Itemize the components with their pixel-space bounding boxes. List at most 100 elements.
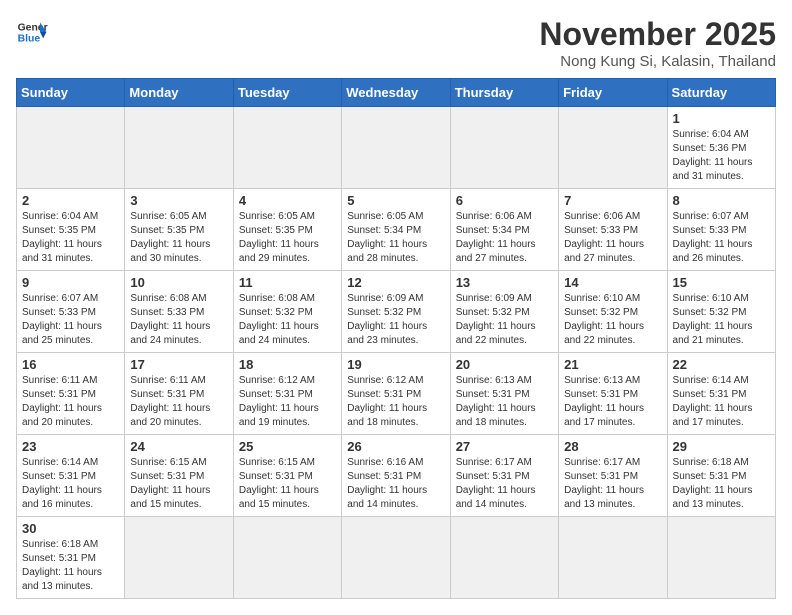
header-sunday: Sunday — [17, 79, 125, 107]
calendar-cell — [342, 107, 450, 189]
calendar-cell: 30Sunrise: 6:18 AM Sunset: 5:31 PM Dayli… — [17, 517, 125, 599]
day-number: 13 — [456, 275, 553, 290]
calendar-cell — [559, 107, 667, 189]
calendar-row: 1 Sunrise: 6:04 AM Sunset: 5:36 PM Daylig… — [17, 107, 776, 189]
day-number: 2 — [22, 193, 119, 208]
calendar-cell: 21Sunrise: 6:13 AM Sunset: 5:31 PM Dayli… — [559, 353, 667, 435]
header-tuesday: Tuesday — [233, 79, 341, 107]
day-info: Sunrise: 6:15 AM Sunset: 5:31 PM Dayligh… — [130, 456, 227, 512]
calendar-cell: 17 Sunrise: 6:11 AM Sunset: 5:31 PM Dayli… — [125, 353, 233, 435]
day-number: 23 — [22, 439, 119, 454]
calendar-cell: 8 Sunrise: 6:07 AM Sunset: 5:33 PM Daylig… — [667, 189, 775, 271]
calendar-cell: 2 Sunrise: 6:04 AM Sunset: 5:35 PM Daylig… — [17, 189, 125, 271]
svg-text:Blue: Blue — [18, 34, 41, 45]
day-info: Sunrise: 6:12 AM Sunset: 5:31 PM Dayligh… — [239, 374, 336, 430]
calendar-cell: 26Sunrise: 6:16 AM Sunset: 5:31 PM Dayli… — [342, 435, 450, 517]
calendar-cell — [667, 517, 775, 599]
day-number: 18 — [239, 357, 336, 372]
day-number: 14 — [564, 275, 661, 290]
day-info: Sunrise: 6:06 AM Sunset: 5:33 PM Dayligh… — [564, 210, 661, 266]
calendar-cell: 16 Sunrise: 6:11 AM Sunset: 5:31 PM Dayli… — [17, 353, 125, 435]
day-number: 27 — [456, 439, 553, 454]
day-number: 3 — [130, 193, 227, 208]
day-info: Sunrise: 6:07 AM Sunset: 5:33 PM Dayligh… — [673, 210, 770, 266]
calendar-row: 30Sunrise: 6:18 AM Sunset: 5:31 PM Dayli… — [17, 517, 776, 599]
day-number: 19 — [347, 357, 444, 372]
day-info: Sunrise: 6:04 AM Sunset: 5:36 PM Dayligh… — [673, 128, 770, 184]
day-info: Sunrise: 6:07 AM Sunset: 5:33 PM Dayligh… — [22, 292, 119, 348]
calendar-row: 16 Sunrise: 6:11 AM Sunset: 5:31 PM Dayli… — [17, 353, 776, 435]
calendar-cell: 11 Sunrise: 6:08 AM Sunset: 5:32 PM Dayli… — [233, 271, 341, 353]
title-block: November 2025 Nong Kung Si, Kalasin, Tha… — [539, 16, 776, 70]
calendar-table: SundayMondayTuesdayWednesdayThursdayFrid… — [16, 78, 776, 599]
day-info: Sunrise: 6:05 AM Sunset: 5:34 PM Dayligh… — [347, 210, 444, 266]
day-info: Sunrise: 6:04 AM Sunset: 5:35 PM Dayligh… — [22, 210, 119, 266]
calendar-cell — [125, 517, 233, 599]
calendar-cell — [17, 107, 125, 189]
day-info: Sunrise: 6:14 AM Sunset: 5:31 PM Dayligh… — [22, 456, 119, 512]
day-number: 6 — [456, 193, 553, 208]
day-number: 10 — [130, 275, 227, 290]
calendar-cell: 6Sunrise: 6:06 AM Sunset: 5:34 PM Daylig… — [450, 189, 558, 271]
day-info: Sunrise: 6:05 AM Sunset: 5:35 PM Dayligh… — [239, 210, 336, 266]
day-number: 24 — [130, 439, 227, 454]
calendar-cell: 29Sunrise: 6:18 AM Sunset: 5:31 PM Dayli… — [667, 435, 775, 517]
header-friday: Friday — [559, 79, 667, 107]
day-number: 1 — [673, 111, 770, 126]
calendar-cell: 25Sunrise: 6:15 AM Sunset: 5:31 PM Dayli… — [233, 435, 341, 517]
calendar-cell — [450, 107, 558, 189]
calendar-cell: 13 Sunrise: 6:09 AM Sunset: 5:32 PM Dayli… — [450, 271, 558, 353]
day-info: Sunrise: 6:09 AM Sunset: 5:32 PM Dayligh… — [456, 292, 553, 348]
calendar-cell: 15Sunrise: 6:10 AM Sunset: 5:32 PM Dayli… — [667, 271, 775, 353]
day-info: Sunrise: 6:09 AM Sunset: 5:32 PM Dayligh… — [347, 292, 444, 348]
calendar-cell: 1 Sunrise: 6:04 AM Sunset: 5:36 PM Daylig… — [667, 107, 775, 189]
calendar-row: 23 Sunrise: 6:14 AM Sunset: 5:31 PM Dayli… — [17, 435, 776, 517]
day-number: 5 — [347, 193, 444, 208]
calendar-cell — [450, 517, 558, 599]
calendar-cell: 18 Sunrise: 6:12 AM Sunset: 5:31 PM Dayli… — [233, 353, 341, 435]
calendar-cell — [233, 107, 341, 189]
day-number: 17 — [130, 357, 227, 372]
calendar-row: 2 Sunrise: 6:04 AM Sunset: 5:35 PM Daylig… — [17, 189, 776, 271]
day-info: Sunrise: 6:17 AM Sunset: 5:31 PM Dayligh… — [456, 456, 553, 512]
calendar-cell: 9 Sunrise: 6:07 AM Sunset: 5:33 PM Daylig… — [17, 271, 125, 353]
month-title: November 2025 — [539, 16, 776, 53]
calendar-cell: 5 Sunrise: 6:05 AM Sunset: 5:34 PM Daylig… — [342, 189, 450, 271]
day-number: 29 — [673, 439, 770, 454]
header-saturday: Saturday — [667, 79, 775, 107]
calendar-cell: 22Sunrise: 6:14 AM Sunset: 5:31 PM Dayli… — [667, 353, 775, 435]
day-info: Sunrise: 6:05 AM Sunset: 5:35 PM Dayligh… — [130, 210, 227, 266]
day-info: Sunrise: 6:13 AM Sunset: 5:31 PM Dayligh… — [456, 374, 553, 430]
header-monday: Monday — [125, 79, 233, 107]
calendar-cell: 14Sunrise: 6:10 AM Sunset: 5:32 PM Dayli… — [559, 271, 667, 353]
day-info: Sunrise: 6:14 AM Sunset: 5:31 PM Dayligh… — [673, 374, 770, 430]
calendar-header: SundayMondayTuesdayWednesdayThursdayFrid… — [17, 79, 776, 107]
day-number: 12 — [347, 275, 444, 290]
day-info: Sunrise: 6:18 AM Sunset: 5:31 PM Dayligh… — [22, 538, 119, 594]
day-number: 8 — [673, 193, 770, 208]
day-info: Sunrise: 6:08 AM Sunset: 5:33 PM Dayligh… — [130, 292, 227, 348]
day-info: Sunrise: 6:15 AM Sunset: 5:31 PM Dayligh… — [239, 456, 336, 512]
logo: General Blue — [16, 16, 48, 48]
calendar-cell — [125, 107, 233, 189]
calendar-body: 1 Sunrise: 6:04 AM Sunset: 5:36 PM Daylig… — [17, 107, 776, 599]
calendar-cell: 19 Sunrise: 6:12 AM Sunset: 5:31 PM Dayli… — [342, 353, 450, 435]
day-number: 11 — [239, 275, 336, 290]
day-number: 20 — [456, 357, 553, 372]
header-wednesday: Wednesday — [342, 79, 450, 107]
day-number: 9 — [22, 275, 119, 290]
day-info: Sunrise: 6:16 AM Sunset: 5:31 PM Dayligh… — [347, 456, 444, 512]
day-number: 16 — [22, 357, 119, 372]
day-info: Sunrise: 6:08 AM Sunset: 5:32 PM Dayligh… — [239, 292, 336, 348]
day-info: Sunrise: 6:10 AM Sunset: 5:32 PM Dayligh… — [673, 292, 770, 348]
day-info: Sunrise: 6:17 AM Sunset: 5:31 PM Dayligh… — [564, 456, 661, 512]
day-info: Sunrise: 6:13 AM Sunset: 5:31 PM Dayligh… — [564, 374, 661, 430]
calendar-cell — [559, 517, 667, 599]
calendar-cell: 24 Sunrise: 6:15 AM Sunset: 5:31 PM Dayli… — [125, 435, 233, 517]
calendar-cell: 23 Sunrise: 6:14 AM Sunset: 5:31 PM Dayli… — [17, 435, 125, 517]
day-info: Sunrise: 6:11 AM Sunset: 5:31 PM Dayligh… — [22, 374, 119, 430]
day-number: 4 — [239, 193, 336, 208]
day-info: Sunrise: 6:11 AM Sunset: 5:31 PM Dayligh… — [130, 374, 227, 430]
day-info: Sunrise: 6:12 AM Sunset: 5:31 PM Dayligh… — [347, 374, 444, 430]
calendar-row: 9 Sunrise: 6:07 AM Sunset: 5:33 PM Daylig… — [17, 271, 776, 353]
